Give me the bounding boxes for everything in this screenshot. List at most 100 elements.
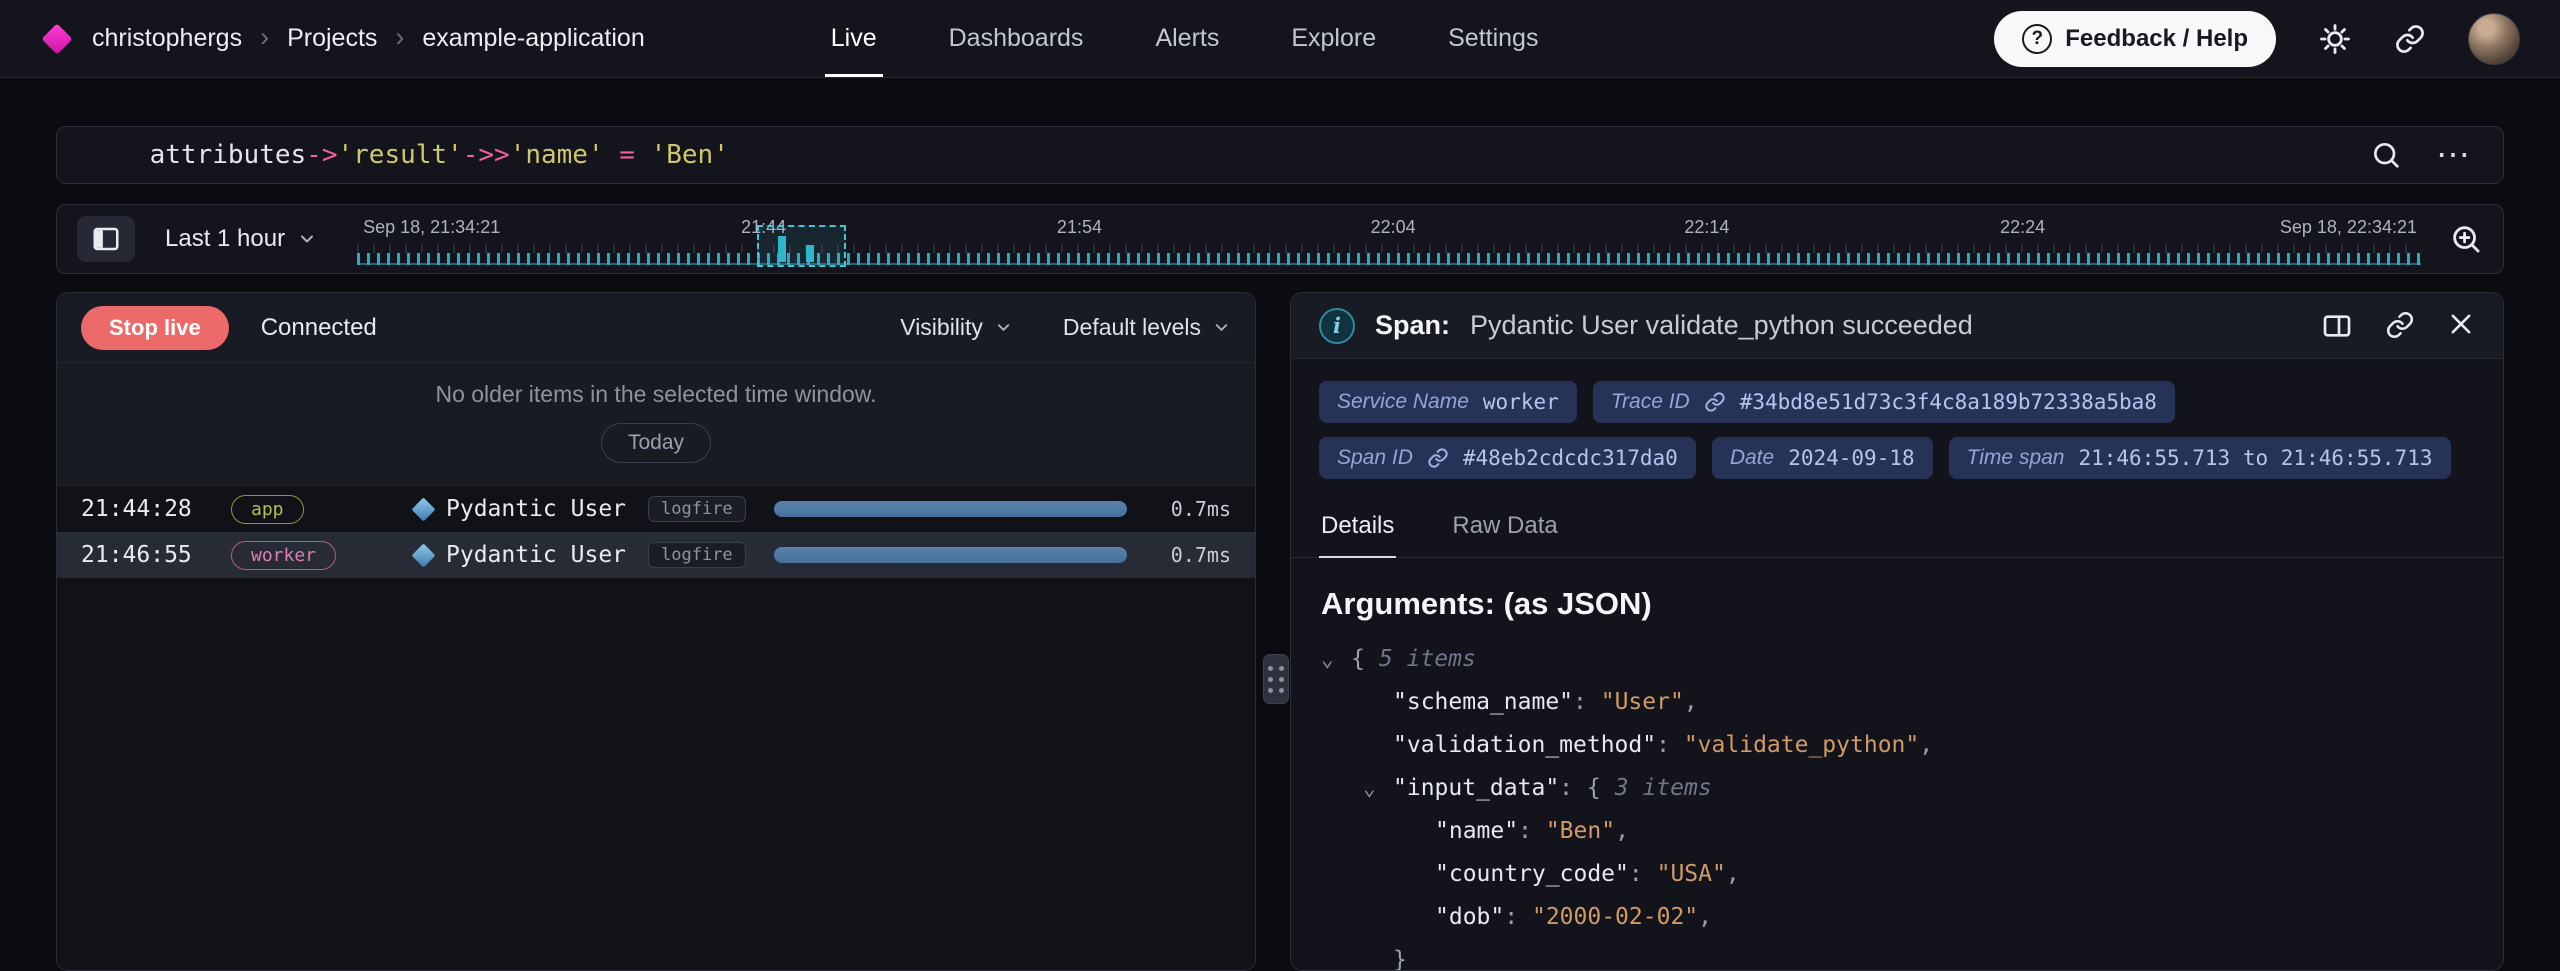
json-comma: , (1726, 861, 1740, 887)
badge-value: 21:46:55.713 to 21:46:55.713 (2078, 446, 2432, 470)
trace-id-badge[interactable]: Trace ID #34bd8e51d73c3f4c8a189b72338a5b… (1593, 381, 2175, 423)
service-name-badge[interactable]: Service Name worker (1319, 381, 1577, 423)
user-avatar[interactable] (2468, 13, 2520, 65)
more-options-icon[interactable]: ⋯ (2436, 145, 2473, 165)
timeline-selection-window[interactable] (757, 225, 846, 267)
empty-window-notice: No older items in the selected time wind… (57, 363, 1255, 486)
span-metadata-badges: Service Name worker Trace ID #34bd8e51d7… (1291, 359, 2503, 485)
query-token-string: 'Ben' (651, 140, 729, 170)
collapse-caret-icon[interactable]: ⌄ (1321, 638, 1351, 681)
span-duration-bar[interactable] (774, 501, 1127, 517)
pydantic-diamond-icon (411, 543, 435, 567)
pydantic-logfire-logo-icon[interactable] (41, 23, 72, 54)
time-range-label: Last 1 hour (165, 225, 285, 253)
breadcrumb-project-name[interactable]: example-application (422, 24, 644, 53)
link-icon[interactable] (1427, 447, 1449, 469)
json-key: "dob" (1435, 904, 1504, 930)
nav-tab-explore[interactable]: Explore (1255, 0, 1412, 77)
timeline-track[interactable]: Sep 18, 21:34:21 21:44 21:54 22:04 22:14… (357, 205, 2421, 273)
main-nav-tabs: Live Dashboards Alerts Explore Settings (795, 0, 1575, 77)
json-value: "Ben" (1546, 818, 1615, 844)
visibility-dropdown[interactable]: Visibility (900, 314, 1013, 341)
json-colon: : (1559, 775, 1573, 801)
json-colon: : (1518, 818, 1532, 844)
json-colon: : (1656, 732, 1670, 758)
navbar-right: ? Feedback / Help (1994, 11, 2520, 67)
trace-row-selected[interactable]: 21:46:55 worker Pydantic User logfire 0.… (57, 532, 1255, 578)
date-badge[interactable]: Date 2024-09-18 (1712, 437, 1933, 479)
tab-raw-data[interactable]: Raw Data (1450, 497, 1559, 557)
breadcrumb-separator-icon: › (395, 22, 404, 56)
json-key: "country_code" (1435, 861, 1629, 887)
span-detail-panel: i Span: Pydantic User validate_python su… (1290, 292, 2504, 971)
breadcrumb-projects[interactable]: Projects (287, 24, 377, 53)
json-key: "name" (1435, 818, 1518, 844)
query-token-string: 'name' (510, 140, 604, 170)
json-key: "input_data" (1393, 775, 1559, 801)
query-token-string: 'result' (337, 140, 462, 170)
service-tag[interactable]: worker (231, 541, 336, 570)
question-mark-icon: ? (2022, 24, 2052, 54)
trace-row-duration: 0.7ms (1155, 497, 1231, 521)
query-actions: ⋯ (2370, 139, 2473, 171)
trace-row[interactable]: 21:44:28 app Pydantic User logfire 0.7ms (57, 486, 1255, 532)
copy-link-icon[interactable] (2385, 310, 2415, 342)
nav-tab-dashboards[interactable]: Dashboards (913, 0, 1120, 77)
timeline-tick-label: 22:14 (1684, 217, 1729, 238)
collapse-caret-icon[interactable]: ⌄ (1363, 767, 1393, 810)
time-range-selector[interactable]: Last 1 hour (165, 225, 317, 253)
info-level-icon: i (1319, 308, 1355, 344)
json-colon: : (1629, 861, 1643, 887)
nav-tab-alerts[interactable]: Alerts (1119, 0, 1255, 77)
badge-label: Span ID (1337, 446, 1413, 470)
chevron-down-icon (297, 229, 317, 249)
badge-value: 2024-09-18 (1788, 446, 1914, 470)
theme-toggle-icon[interactable] (2318, 22, 2352, 56)
span-duration-bar[interactable] (774, 547, 1127, 563)
json-line: } (1321, 939, 2473, 970)
json-line: "validation_method": "validate_python", (1321, 724, 2473, 767)
query-input[interactable]: attributes->'result'->>'name' = 'Ben' ⋯ (56, 126, 2504, 184)
timeline-tick-label: Sep 18, 21:34:21 (363, 217, 500, 238)
json-line: "dob": "2000-02-02", (1321, 896, 2473, 939)
span-detail-content: Arguments: (as JSON) ⌄{5 items "schema_n… (1291, 558, 2503, 970)
pydantic-diamond-icon (411, 497, 435, 521)
service-tag[interactable]: app (231, 495, 304, 524)
feedback-help-button[interactable]: ? Feedback / Help (1994, 11, 2276, 67)
json-items-note: 3 items (1615, 775, 1712, 801)
scope-tag[interactable]: logfire (648, 496, 746, 522)
span-id-badge[interactable]: Span ID #48eb2cdcdc317da0 (1319, 437, 1696, 479)
zoom-in-icon[interactable] (2449, 222, 2483, 256)
time-span-badge[interactable]: Time span 21:46:55.713 to 21:46:55.713 (1949, 437, 2451, 479)
json-value: "2000-02-02" (1532, 904, 1698, 930)
live-view-panel: Stop live Connected Visibility Default l… (56, 292, 1256, 971)
feedback-help-label: Feedback / Help (2065, 25, 2248, 53)
breadcrumb: christophergs › Projects › example-appli… (92, 22, 645, 56)
default-levels-dropdown[interactable]: Default levels (1063, 314, 1231, 341)
nav-tab-settings[interactable]: Settings (1412, 0, 1574, 77)
search-icon[interactable] (2370, 139, 2402, 171)
sidebar-toggle-icon[interactable] (77, 216, 135, 262)
scope-tag[interactable]: logfire (648, 542, 746, 568)
trace-row-time: 21:46:55 (81, 542, 231, 568)
json-line: "country_code": "USA", (1321, 853, 2473, 896)
json-value: "User" (1601, 689, 1684, 715)
json-key: "validation_method" (1393, 732, 1656, 758)
json-value: "USA" (1657, 861, 1726, 887)
span-detail-actions (2321, 310, 2475, 342)
panel-resize-handle[interactable] (1263, 654, 1289, 704)
span-detail-tabs: Details Raw Data (1291, 497, 2503, 558)
tab-details[interactable]: Details (1319, 497, 1396, 557)
visibility-dropdown-label: Visibility (900, 314, 983, 341)
timeline-histogram (357, 253, 2421, 265)
panel-layout-icon[interactable] (2321, 310, 2353, 342)
today-button[interactable]: Today (601, 423, 711, 463)
timeline-tick-label: 22:04 (1371, 217, 1416, 238)
json-line: ⌄"input_data": {3 items (1321, 767, 2473, 810)
breadcrumb-org[interactable]: christophergs (92, 24, 242, 53)
close-icon[interactable] (2447, 310, 2475, 342)
stop-live-button[interactable]: Stop live (81, 306, 229, 350)
share-link-icon[interactable] (2394, 23, 2426, 55)
nav-tab-live[interactable]: Live (795, 0, 913, 77)
link-icon[interactable] (1704, 391, 1726, 413)
